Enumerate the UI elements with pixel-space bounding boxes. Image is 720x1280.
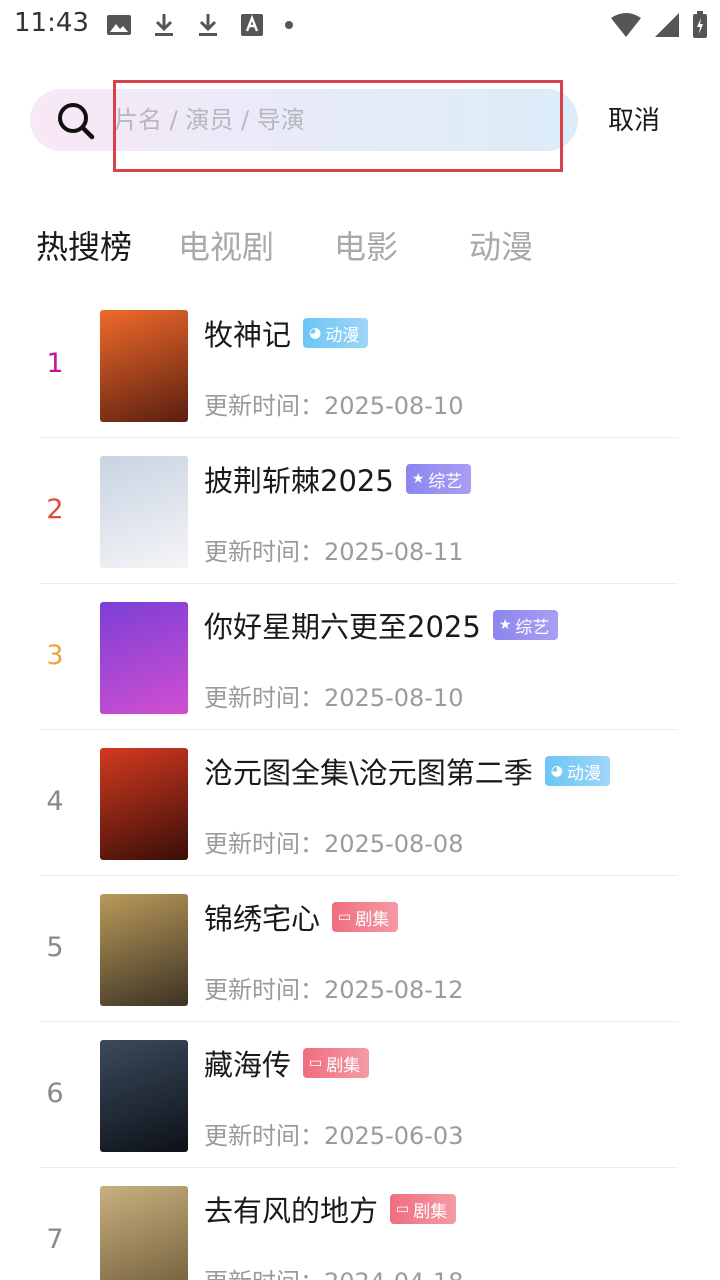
title-line: 去有风的地方 ▭ 剧集 (204, 1188, 457, 1230)
title-line: 你好星期六更至2025 ★ 综艺 (204, 604, 559, 646)
tab-movies[interactable]: 电影 (334, 222, 398, 268)
category-tabs: 热搜榜 电视剧 电影 动漫 (0, 222, 720, 272)
list-item[interactable]: 4 沧元图全集\沧元图第二季 ◕ 动漫更新时间：2025-08-08 (40, 730, 678, 876)
rank-number: 6 (46, 1078, 64, 1109)
tab-anime[interactable]: 动漫 (469, 222, 533, 268)
title-line: 藏海传 ▭ 剧集 (204, 1042, 370, 1084)
category-badge: ▭ 剧集 (390, 1194, 457, 1224)
title-line: 披荆斩棘2025 ★ 综艺 (204, 458, 472, 500)
font-app-icon (241, 14, 263, 36)
status-bar: 11:43 (0, 0, 720, 50)
tv-icon: ▭ (338, 909, 352, 925)
poster-image[interactable] (100, 1040, 188, 1152)
tab-hot-search[interactable]: 热搜榜 (36, 222, 132, 268)
category-badge: ▭ 剧集 (332, 902, 399, 932)
update-time: 更新时间：2025-08-10 (204, 684, 464, 712)
rank-number: 4 (46, 786, 64, 817)
category-badge: ★ 综艺 (405, 464, 472, 494)
mascot-icon: ◕ (550, 763, 563, 779)
poster-image[interactable] (100, 602, 188, 714)
item-title[interactable]: 锦绣宅心 (204, 896, 320, 938)
badge-label: 综艺 (515, 617, 550, 638)
update-time: 更新时间：2025-06-03 (204, 1122, 464, 1150)
mascot-icon: ◕ (309, 325, 322, 341)
rank-number: 5 (46, 932, 64, 963)
signal-icon (655, 13, 679, 37)
badge-label: 动漫 (567, 763, 601, 784)
badge-label: 综艺 (428, 471, 463, 492)
poster-image[interactable] (100, 456, 188, 568)
dot-icon (285, 21, 293, 29)
hot-search-list: 1 牧神记 ◕ 动漫 更新时间：2025-08-10 2 披荆斩棘2025 ★ 综艺 更新时间：2… (40, 292, 678, 1280)
title-line: 牧神记 ◕ 动漫 (204, 312, 369, 354)
cancel-button[interactable]: 取消 (608, 100, 660, 137)
update-time: 更新时间：2024-04-18 (204, 1262, 463, 1280)
badge-label: 剧集 (326, 1055, 361, 1076)
item-title[interactable]: 去有风的地方 (204, 1188, 378, 1230)
item-title[interactable]: 藏海传 (204, 1042, 291, 1084)
search-icon[interactable] (56, 101, 96, 141)
download-icon (155, 14, 173, 36)
badge-label: 动漫 (325, 325, 360, 346)
item-title[interactable]: 沧元图全集\沧元图第二季 (204, 750, 533, 792)
item-title[interactable]: 牧神记 (204, 312, 291, 354)
tv-icon: ▭ (309, 1055, 323, 1071)
title-line: 沧元图全集\沧元图第二季 ◕ 动漫 (204, 750, 610, 792)
list-item[interactable]: 2 披荆斩棘2025 ★ 综艺更新时间：2025-08-11 (40, 438, 678, 584)
list-item[interactable]: 7 去有风的地方 ▭剧集更新时间：2024-04-18 (40, 1168, 678, 1280)
poster-image[interactable] (100, 1186, 188, 1280)
notification-icons (106, 10, 294, 40)
title-line: 锦绣宅心 ▭ 剧集 (204, 896, 399, 938)
badge-label: 剧集 (355, 909, 390, 930)
rank-number: 7 (46, 1224, 64, 1255)
poster-image[interactable] (100, 748, 188, 860)
category-badge: ◕ 动漫 (544, 756, 610, 786)
badge-label: 剧集 (413, 1201, 448, 1222)
list-item[interactable]: 6 藏海传 ▭ 剧集更新时间：2025-06-03 (40, 1022, 678, 1168)
battery-icon (693, 11, 707, 38)
poster-image[interactable] (100, 894, 188, 1006)
search-input-highlight (113, 80, 563, 172)
item-title[interactable]: 披荆斩棘2025 (204, 458, 394, 500)
category-badge: ★ 综艺 (492, 610, 559, 640)
category-badge: ▭ 剧集 (303, 1048, 370, 1078)
list-item[interactable]: 3 你好星期六更至2025 ★ 综艺更新时间：2025-08-10 (40, 584, 678, 730)
update-time: 更新时间：2025-08-10 (204, 392, 464, 420)
update-time: 更新时间：2025-08-08 (204, 830, 464, 858)
star-icon: ★ (411, 471, 425, 487)
update-time: 更新时间：2025-08-12 (204, 976, 464, 1004)
list-item[interactable]: 5 锦绣宅心 ▭ 剧集更新时间：2025-08-12 (40, 876, 678, 1022)
wifi-icon (611, 13, 641, 37)
download-icon (199, 14, 217, 36)
rank-number: 1 (46, 348, 64, 379)
rank-number: 3 (46, 640, 64, 671)
status-time: 11:43 (14, 8, 89, 38)
update-time: 更新时间：2025-08-11 (204, 538, 464, 566)
search-bar: 取消 (0, 80, 720, 172)
star-icon: ★ (498, 617, 512, 633)
category-badge: ◕ 动漫 (303, 318, 369, 348)
item-title[interactable]: 你好星期六更至2025 (204, 604, 481, 646)
tv-icon: ▭ (396, 1201, 410, 1217)
image-icon (107, 15, 131, 35)
rank-number: 2 (46, 494, 64, 525)
poster-image[interactable] (100, 310, 188, 422)
tab-tv-series[interactable]: 电视剧 (178, 222, 274, 268)
system-icons (610, 10, 708, 40)
list-item[interactable]: 1 牧神记 ◕ 动漫更新时间：2025-08-10 (40, 292, 678, 438)
